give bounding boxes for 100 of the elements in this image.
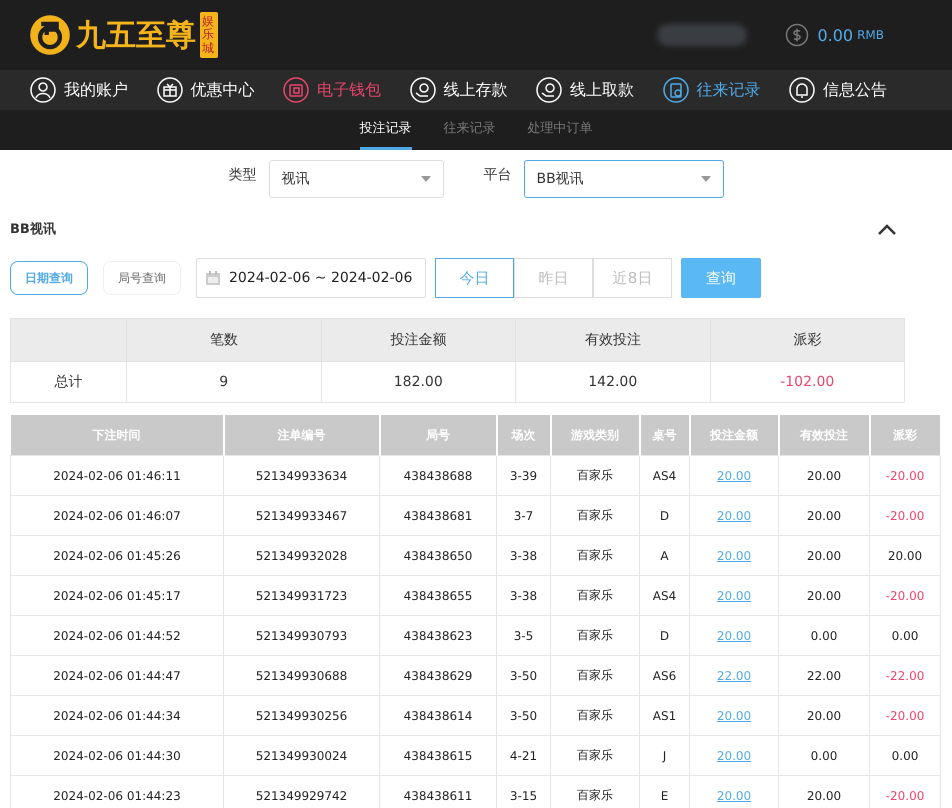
table-cell: 521349931723	[224, 576, 380, 616]
table-cell: AS4	[640, 456, 690, 496]
amount-link[interactable]: 20.00	[716, 788, 752, 802]
nav-item[interactable]: 线上存款	[410, 77, 508, 103]
table-cell: 3-7	[496, 496, 550, 536]
table-cell: 3-38	[496, 536, 550, 576]
table-cell: 百家乐	[550, 536, 640, 576]
column-header: 派彩	[710, 318, 904, 362]
table-cell: -22.00	[870, 656, 940, 696]
table-cell: 百家乐	[550, 736, 640, 776]
table-cell: 438438681	[380, 496, 496, 536]
gift-icon	[156, 77, 182, 103]
table-cell: 总计	[10, 362, 126, 402]
table-cell: 20.00	[778, 536, 870, 576]
balance-currency: RMB	[857, 28, 884, 42]
column-header: 笔数	[126, 318, 321, 362]
amount-link[interactable]: 20.00	[716, 508, 752, 522]
table-cell: 百家乐	[550, 616, 640, 656]
table-cell: -20.00	[870, 496, 940, 536]
table-cell: 0.00	[778, 616, 870, 656]
table-cell: 438438650	[380, 536, 496, 576]
brand-name: 九五至尊	[76, 16, 196, 54]
range-button[interactable]: 今日	[435, 258, 514, 298]
table-cell: 0.00	[778, 736, 870, 776]
range-button[interactable]: 近8日	[593, 258, 672, 298]
amount-link[interactable]: 20.00	[716, 468, 752, 482]
table-cell: 百家乐	[550, 576, 640, 616]
table-cell: 22.00	[778, 656, 870, 696]
dropdown-arrow-icon	[700, 176, 710, 182]
table-cell: 2024-02-06 01:45:17	[10, 576, 224, 616]
table-cell: 438438615	[380, 736, 496, 776]
clipboard-icon	[662, 77, 688, 103]
nav-item[interactable]: 往来记录	[662, 77, 760, 103]
sub-tab[interactable]: 投注记录	[360, 110, 412, 150]
table-cell: 2024-02-06 01:46:07	[10, 496, 224, 536]
amount-link[interactable]: 20.00	[716, 748, 752, 762]
select-field[interactable]: BB视讯	[524, 160, 724, 198]
table-cell: AS4	[640, 576, 690, 616]
table-cell: 2024-02-06 01:44:52	[10, 616, 224, 656]
collapse-icon[interactable]	[878, 224, 896, 234]
table-cell: D	[640, 616, 690, 656]
table-cell: 百家乐	[550, 656, 640, 696]
table-cell: 20.00	[778, 456, 870, 496]
brand-tag: 娱乐城	[200, 12, 218, 58]
coin-icon	[785, 23, 810, 47]
table-cell: 3-5	[496, 616, 550, 656]
table-cell: 2024-02-06 01:44:34	[10, 696, 224, 736]
amount-link[interactable]: 20.00	[716, 628, 752, 642]
table-cell: 0.00	[870, 736, 940, 776]
sub-tab[interactable]: 往来记录	[444, 110, 496, 150]
column-header: 投注金额	[321, 318, 516, 362]
table-cell: 438438655	[380, 576, 496, 616]
table-cell: 3-50	[496, 696, 550, 736]
nav-item[interactable]: 线上取款	[536, 77, 634, 103]
table-cell: -20.00	[870, 456, 940, 496]
table-cell: 9	[126, 362, 321, 402]
table-cell: -20.00	[870, 696, 940, 736]
table-cell: 521349930024	[224, 736, 380, 776]
table-cell: 3-39	[496, 456, 550, 496]
table-cell: 4-21	[496, 736, 550, 776]
table-cell: 3-38	[496, 576, 550, 616]
table-cell: 438438614	[380, 696, 496, 736]
filter-label: 类型	[228, 166, 256, 184]
amount-link[interactable]: 20.00	[716, 708, 752, 722]
table-cell: AS6	[640, 656, 690, 696]
table-cell: 2024-02-06 01:45:26	[10, 536, 224, 576]
sub-tab[interactable]: 处理中订单	[528, 110, 592, 150]
table-cell: 182.00	[321, 362, 516, 402]
section-title: BB视讯	[10, 221, 56, 238]
table-cell: A	[640, 536, 690, 576]
select-field[interactable]: 视讯	[268, 160, 444, 198]
query-button[interactable]: 查询	[681, 258, 761, 298]
table-cell: -20.00	[870, 576, 940, 616]
nav-item[interactable]: 优惠中心	[156, 77, 254, 103]
table-cell: 百家乐	[550, 496, 640, 536]
table-cell: 20.00	[870, 536, 940, 576]
nav-item[interactable]: 我的账户	[30, 77, 128, 103]
query-mode-button[interactable]: 日期查询	[10, 261, 88, 295]
table-cell: 2024-02-06 01:44:47	[10, 656, 224, 696]
range-button[interactable]: 昨日	[514, 258, 593, 298]
amount-link[interactable]: 20.00	[716, 548, 752, 562]
table-cell: 20.00	[778, 576, 870, 616]
column-header: 有效投注	[516, 318, 710, 362]
balance-amount: 0.00	[817, 26, 854, 44]
table-cell: 3-50	[496, 656, 550, 696]
table-cell: 2024-02-06 01:46:11	[10, 456, 224, 496]
query-mode-button[interactable]: 局号查询	[103, 261, 181, 295]
table-cell: 521349930793	[224, 616, 380, 656]
date-range-field[interactable]: 2024-02-06 ~ 2024-02-06	[196, 258, 426, 298]
amount-link[interactable]: 22.00	[716, 668, 752, 682]
table-cell: 521349932028	[224, 536, 380, 576]
nav-item[interactable]: 信息公告	[789, 77, 887, 103]
table-cell: 521349933634	[224, 456, 380, 496]
table-cell: 521349933467	[224, 496, 380, 536]
wallet-icon	[283, 77, 309, 103]
amount-link[interactable]: 20.00	[716, 588, 752, 602]
table-cell: 2024-02-06 01:44:23	[10, 776, 224, 808]
dropdown-arrow-icon	[420, 176, 430, 182]
table-cell: 20.00	[778, 696, 870, 736]
nav-item[interactable]: 电子钱包	[283, 77, 381, 103]
